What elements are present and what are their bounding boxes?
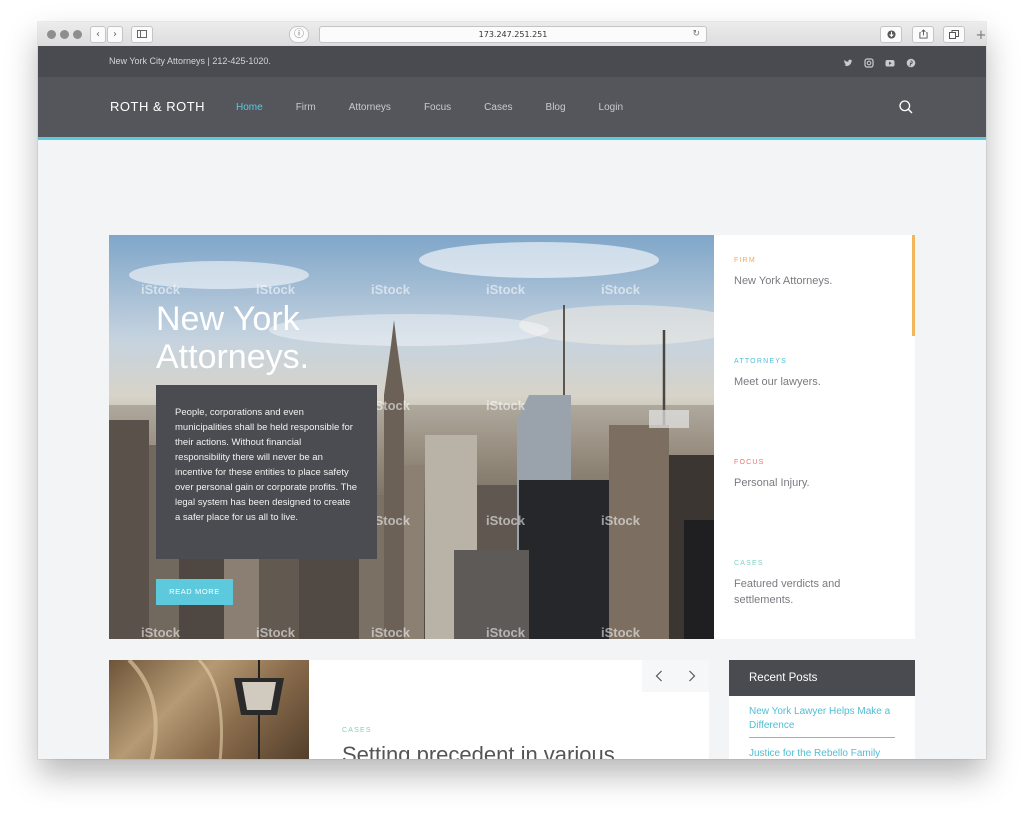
tabs-overview-button[interactable] <box>943 26 965 43</box>
share-button[interactable] <box>912 26 934 43</box>
nav-item-cases[interactable]: Cases <box>484 102 512 113</box>
tab-category: CASES <box>734 560 764 567</box>
zoom-window-dot[interactable] <box>73 30 82 39</box>
browser-window: ‹ › ⓘ 173.247.251.251 ↻ + New York City … <box>38 22 986 759</box>
address-bar[interactable]: 173.247.251.251 ↻ <box>319 26 707 43</box>
nav-item-login[interactable]: Login <box>599 102 623 113</box>
tab-category: FOCUS <box>734 459 765 466</box>
sidebar-toggle-button[interactable] <box>131 26 153 43</box>
minimize-window-dot[interactable] <box>60 30 69 39</box>
social-links <box>843 55 916 68</box>
downloads-button[interactable] <box>880 26 902 43</box>
pinterest-icon[interactable] <box>906 55 916 68</box>
tab-text: Meet our lawyers. <box>734 376 821 388</box>
browser-toolbar: ‹ › ⓘ 173.247.251.251 ↻ + <box>38 22 986 47</box>
tabs-icon <box>949 30 959 39</box>
nav-item-attorneys[interactable]: Attorneys <box>349 102 391 113</box>
top-bar: New York City Attorneys | 212-425-1020. <box>38 46 986 77</box>
cathedral-image <box>109 660 309 759</box>
hero-text-box: People, corporations and even municipali… <box>156 385 377 559</box>
tab-text: Personal Injury. <box>734 477 810 489</box>
hero-title-line-1: New York <box>156 300 300 338</box>
watermark: iStock <box>371 282 411 297</box>
search-icon[interactable] <box>898 99 914 115</box>
tab-text: Featured verdicts and settlements. <box>734 578 841 606</box>
recent-posts-widget: Recent Posts New York Lawyer Helps Make … <box>729 660 915 759</box>
tab-attorneys[interactable]: ATTORNEYS Meet our lawyers. <box>714 336 915 437</box>
nav-item-home[interactable]: Home <box>236 102 263 113</box>
slider-arrows <box>642 660 709 692</box>
watermark: iStock <box>486 513 526 528</box>
brand-logo[interactable]: ROTH & ROTH <box>110 77 205 137</box>
close-window-dot[interactable] <box>47 30 56 39</box>
youtube-icon[interactable] <box>885 55 895 67</box>
featured-case-card: CASES Setting precedent in various <box>109 660 709 759</box>
nav-item-blog[interactable]: Blog <box>546 102 566 113</box>
chevron-right-icon[interactable] <box>675 660 708 692</box>
info-icon: ⓘ <box>294 29 304 40</box>
tab-category: FIRM <box>734 257 756 264</box>
tab-text: New York Attorneys. <box>734 275 833 287</box>
reload-icon[interactable]: ↻ <box>692 27 700 42</box>
forward-button[interactable]: › <box>107 26 123 43</box>
instagram-icon[interactable] <box>864 55 874 68</box>
tab-firm[interactable]: FIRM New York Attorneys. <box>714 235 915 336</box>
tab-category: ATTORNEYS <box>734 358 787 365</box>
recent-post-link[interactable]: New York Lawyer Helps Make a Difference <box>749 696 895 738</box>
tab-cases[interactable]: CASES Featured verdicts and settlements. <box>714 538 915 639</box>
watermark: iStock <box>486 625 526 639</box>
download-icon <box>886 30 896 39</box>
watermark: iStock <box>486 282 526 297</box>
site-info-button[interactable]: ⓘ <box>289 26 309 43</box>
recent-post-link[interactable]: Justice for the Rebello Family <box>749 738 895 759</box>
watermark: iStock <box>601 625 641 639</box>
case-title[interactable]: Setting precedent in various <box>342 742 615 759</box>
address-text: 173.247.251.251 <box>478 30 548 39</box>
tab-focus[interactable]: FOCUS Personal Injury. <box>714 437 915 538</box>
watermark: iStock <box>601 513 641 528</box>
hero-description: People, corporations and even municipali… <box>175 407 358 523</box>
sidebar-icon <box>137 30 147 38</box>
hero-title: New York Attorneys. <box>156 300 309 376</box>
hero-side-tabs: FIRM New York Attorneys. ATTORNEYS Meet … <box>714 235 915 639</box>
watermark: iStock <box>256 282 296 297</box>
twitter-icon[interactable] <box>843 55 853 67</box>
hero-title-line-2: Attorneys. <box>156 338 310 376</box>
chevron-left-icon[interactable] <box>642 660 675 692</box>
watermark: iStock <box>601 282 641 297</box>
contact-info: New York City Attorneys | 212-425-1020. <box>109 56 271 66</box>
read-more-button[interactable]: READ MORE <box>156 579 233 605</box>
back-button[interactable]: ‹ <box>90 26 106 43</box>
main-navigation: ROTH & ROTH Home Firm Attorneys Focus Ca… <box>38 77 986 140</box>
watermark: iStock <box>486 398 526 413</box>
nav-item-focus[interactable]: Focus <box>424 102 451 113</box>
nav-menu: Home Firm Attorneys Focus Cases Blog Log… <box>236 77 656 137</box>
hero-slide: iStock iStock iStock iStock iStock iStoc… <box>109 235 714 639</box>
watermark: iStock <box>141 282 181 297</box>
new-tab-button[interactable]: + <box>974 28 986 44</box>
case-category: CASES <box>342 727 372 734</box>
lantern-image <box>127 660 284 759</box>
nav-item-firm[interactable]: Firm <box>296 102 316 113</box>
recent-posts-title: Recent Posts <box>729 660 915 696</box>
share-icon <box>918 29 928 39</box>
watermark: iStock <box>141 625 181 639</box>
watermark: iStock <box>371 625 411 639</box>
watermark: iStock <box>256 625 296 639</box>
